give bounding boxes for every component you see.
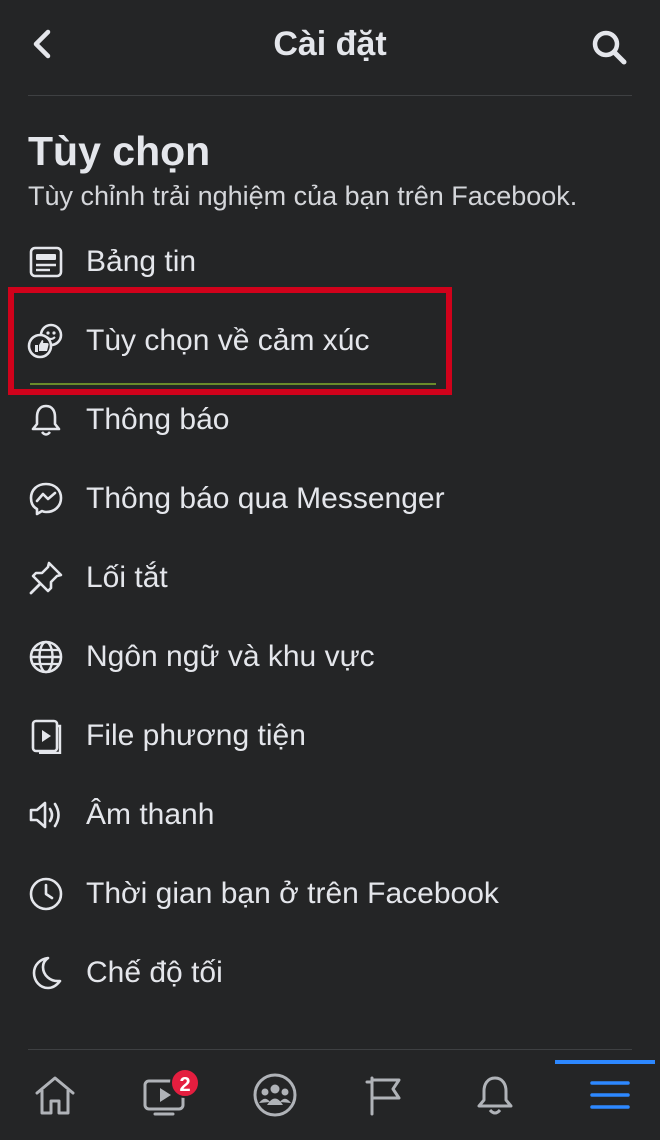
tab-home[interactable] [0, 1050, 110, 1140]
bottom-tab-bar: 2 [0, 1050, 660, 1140]
menu-item-label: Thông báo [86, 402, 230, 436]
menu-item-shortcuts[interactable]: Lối tắt [0, 538, 660, 617]
moon-icon [26, 953, 66, 993]
section-subtitle: Tùy chỉnh trải nghiệm của bạn trên Faceb… [28, 181, 578, 211]
active-tab-indicator [555, 1060, 655, 1064]
menu-item-label: File phương tiện [86, 718, 306, 752]
menu-item-reaction-preferences[interactable]: Tùy chọn về cảm xúc [0, 301, 660, 380]
search-icon [592, 30, 627, 65]
menu-item-label: Thông báo qua Messenger [86, 481, 445, 515]
news-feed-icon [26, 242, 66, 282]
header-divider [28, 95, 632, 96]
messenger-icon [26, 479, 66, 519]
media-file-icon [26, 716, 66, 756]
menu-item-label: Chế độ tối [86, 955, 223, 989]
bell-icon [26, 400, 66, 440]
menu-item-language-region[interactable]: Ngôn ngữ và khu vực [0, 617, 660, 696]
menu-item-label: Tùy chọn về cảm xúc [86, 323, 370, 357]
section-title: Tùy chọn [28, 128, 211, 174]
menu-item-dark-mode[interactable]: Chế độ tối [0, 933, 660, 1012]
notification-badge: 2 [170, 1068, 200, 1098]
tab-notifications[interactable] [440, 1050, 550, 1140]
page-title: Cài đặt [273, 25, 387, 63]
clock-icon [26, 874, 66, 914]
menu-item-sound[interactable]: Âm thanh [0, 775, 660, 854]
home-icon [35, 1076, 75, 1115]
tab-menu[interactable] [555, 1050, 660, 1140]
flag-icon [365, 1076, 401, 1116]
menu-item-notifications[interactable]: Thông báo [0, 380, 660, 459]
menu-item-label: Ngôn ngữ và khu vực [86, 639, 375, 673]
menu-item-news-feed[interactable]: Bảng tin [0, 222, 660, 301]
tab-watch[interactable]: 2 [110, 1050, 220, 1140]
bell-icon [477, 1076, 513, 1115]
tab-groups[interactable] [220, 1050, 330, 1140]
reactions-icon [26, 321, 66, 361]
groups-icon [253, 1073, 297, 1117]
menu-item-media-files[interactable]: File phương tiện [0, 696, 660, 775]
tab-pages[interactable] [330, 1050, 440, 1140]
top-bar: Cài đặt [0, 0, 660, 95]
menu-item-time-on-facebook[interactable]: Thời gian bạn ở trên Facebook [0, 854, 660, 933]
hamburger-menu-icon [590, 1081, 630, 1109]
menu-item-messenger-notifications[interactable]: Thông báo qua Messenger [0, 459, 660, 538]
speaker-icon [26, 795, 66, 835]
menu-item-label: Bảng tin [86, 244, 197, 278]
menu-item-label: Thời gian bạn ở trên Facebook [86, 876, 499, 910]
search-button[interactable] [584, 22, 634, 72]
menu-item-label: Âm thanh [86, 797, 215, 831]
menu-item-label: Lối tắt [86, 560, 168, 594]
globe-icon [26, 637, 66, 677]
pin-icon [26, 558, 66, 598]
